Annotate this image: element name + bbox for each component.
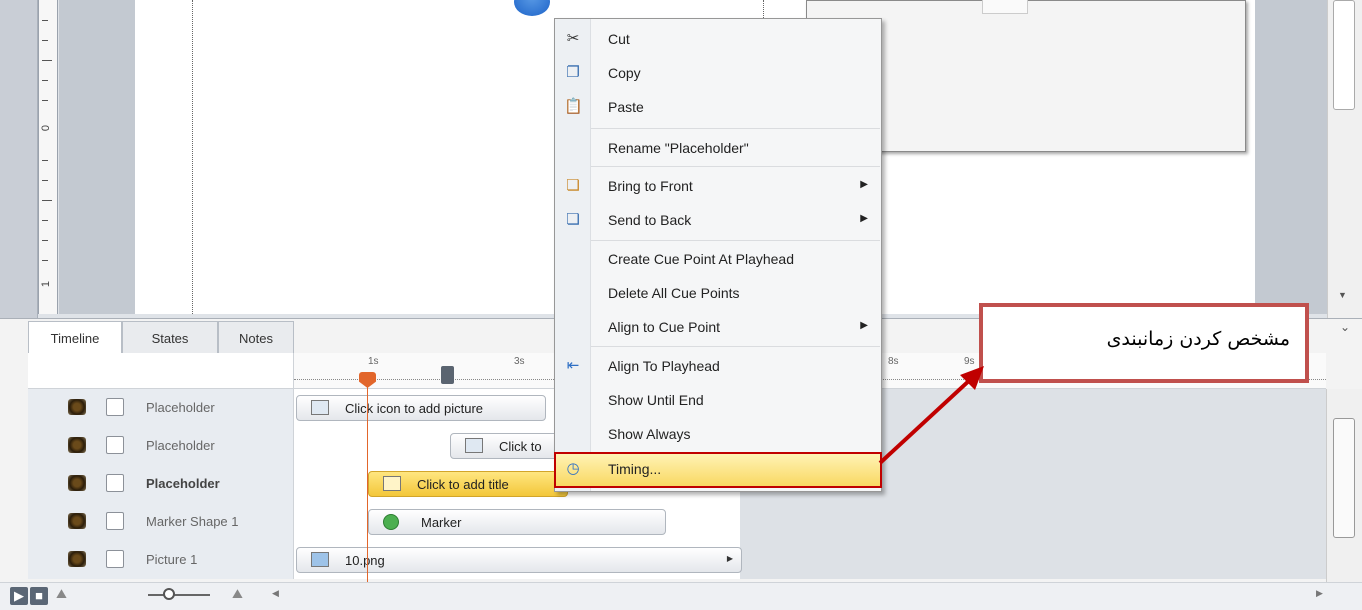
time-label: 1s <box>368 356 379 367</box>
lock-checkbox[interactable] <box>106 474 124 492</box>
timeline-bar[interactable]: 10.png ▶ <box>296 547 742 573</box>
picture-icon <box>311 552 329 567</box>
menu-item-rename[interactable]: Rename "Placeholder" <box>554 131 882 165</box>
menu-item-show-always[interactable]: Show Always <box>554 417 882 451</box>
layer-row[interactable]: Picture 1 10.png ▶ <box>28 541 1326 579</box>
tab-timeline[interactable]: Timeline <box>28 321 122 354</box>
bar-label: Click to <box>499 439 542 454</box>
play-icon[interactable]: ▶ <box>10 587 28 605</box>
timeline-bar-selected[interactable]: Click to add title <box>368 471 568 497</box>
paste-icon: 📋 <box>564 98 583 115</box>
picture-icon <box>465 438 483 453</box>
timeline-bar[interactable]: Click to <box>450 433 560 459</box>
menu-item-paste[interactable]: 📋 Paste <box>554 90 882 124</box>
menu-item-create-cue-point[interactable]: Create Cue Point At Playhead <box>554 242 882 276</box>
annotation-text: مشخص کردن زمانبندی <box>1106 328 1290 350</box>
layer-row[interactable]: Marker Shape 1 Marker <box>28 503 1326 541</box>
timeline-controls <box>0 582 1362 610</box>
time-label: 8s <box>888 356 899 367</box>
zoom-slider-track[interactable] <box>148 594 210 596</box>
slide-margin-right <box>1255 0 1327 314</box>
tab-states[interactable]: States <box>122 321 218 353</box>
submenu-arrow-icon: ▶ <box>860 179 868 190</box>
timeline-bar[interactable]: Click icon to add picture <box>296 395 546 421</box>
layer-name: Placeholder <box>146 400 215 415</box>
menu-item-copy[interactable]: ❐ Copy <box>554 56 882 90</box>
bar-label: Click icon to add picture <box>345 401 484 416</box>
slide-object-tab <box>982 0 1028 14</box>
menu-item-align-to-cue-point[interactable]: Align to Cue Point ▶ <box>554 310 882 344</box>
left-strip <box>0 0 38 318</box>
tab-notes[interactable]: Notes <box>218 321 294 353</box>
bring-front-icon: ❏ <box>566 177 580 194</box>
clock-icon: ◷ <box>566 460 580 477</box>
title-icon <box>383 476 401 491</box>
menu-separator <box>591 166 880 167</box>
bar-label: Marker <box>421 515 462 530</box>
zoom-out-icon[interactable]: ⛰ <box>56 586 67 602</box>
eye-icon[interactable] <box>68 399 86 415</box>
layer-header <box>28 353 294 389</box>
scroll-left-icon[interactable]: ◀ <box>272 588 279 599</box>
align-playhead-icon: ⇤ <box>566 357 580 374</box>
lock-checkbox[interactable] <box>106 436 124 454</box>
menu-item-delete-cue-points[interactable]: Delete All Cue Points <box>554 276 882 310</box>
menu-separator <box>591 128 880 129</box>
send-back-icon: ❏ <box>566 211 580 228</box>
layer-name: Picture 1 <box>146 552 198 567</box>
zoom-slider-knob[interactable] <box>163 588 175 600</box>
lock-checkbox[interactable] <box>106 550 124 568</box>
eye-icon[interactable] <box>68 475 86 491</box>
layer-name: Marker Shape 1 <box>146 514 239 529</box>
eye-icon[interactable] <box>68 437 86 453</box>
layer-name: Placeholder <box>146 438 215 453</box>
zoom-in-icon[interactable]: ⛰ <box>232 586 243 602</box>
vertical-ruler: 0 1 <box>38 0 58 314</box>
eye-icon[interactable] <box>68 513 86 529</box>
menu-item-align-to-playhead[interactable]: ⇤ Align To Playhead <box>554 349 882 383</box>
menu-item-show-until-end[interactable]: Show Until End <box>554 383 882 417</box>
scroll-right-icon[interactable]: ▶ <box>1316 588 1323 599</box>
expand-arrow-icon[interactable]: ▶ <box>727 554 733 563</box>
cue-point-marker[interactable] <box>441 366 454 384</box>
playhead-line[interactable] <box>367 372 368 582</box>
time-label: 3s <box>514 356 525 367</box>
ruler-number: 1 <box>40 280 53 288</box>
ruler-number: 0 <box>40 124 53 132</box>
bar-label: 10.png <box>345 553 385 568</box>
guide-line <box>192 0 193 314</box>
menu-item-cut[interactable]: ✂ Cut <box>554 22 882 56</box>
menu-item-bring-to-front[interactable]: ❏ Bring to Front ▶ <box>554 169 882 203</box>
timeline-bar[interactable]: Marker <box>368 509 666 535</box>
lock-checkbox[interactable] <box>106 398 124 416</box>
stop-icon[interactable]: ■ <box>30 587 48 605</box>
picture-icon <box>311 400 329 415</box>
eye-icon[interactable] <box>68 551 86 567</box>
scissors-icon: ✂ <box>566 30 580 47</box>
menu-item-timing[interactable]: ◷ Timing... <box>554 452 882 488</box>
timeline-scrollbar-thumb[interactable] <box>1333 418 1355 538</box>
bar-label: Click to add title <box>417 477 509 492</box>
lock-checkbox[interactable] <box>106 512 124 530</box>
stage-scrollbar-thumb[interactable] <box>1333 0 1355 110</box>
time-label: 9s <box>964 356 975 367</box>
submenu-arrow-icon: ▶ <box>860 213 868 224</box>
slide-margin-left <box>59 0 135 314</box>
submenu-arrow-icon: ▶ <box>860 320 868 331</box>
menu-separator <box>591 240 880 241</box>
menu-separator <box>591 346 880 347</box>
copy-icon: ❐ <box>566 64 580 81</box>
menu-item-send-to-back[interactable]: ❏ Send to Back ▶ <box>554 203 882 237</box>
scroll-down-icon[interactable]: ▼ <box>1338 290 1347 300</box>
marker-icon <box>383 514 399 530</box>
chevron-down-icon[interactable]: ⌄ <box>1340 320 1350 334</box>
layer-name: Placeholder <box>146 476 220 491</box>
